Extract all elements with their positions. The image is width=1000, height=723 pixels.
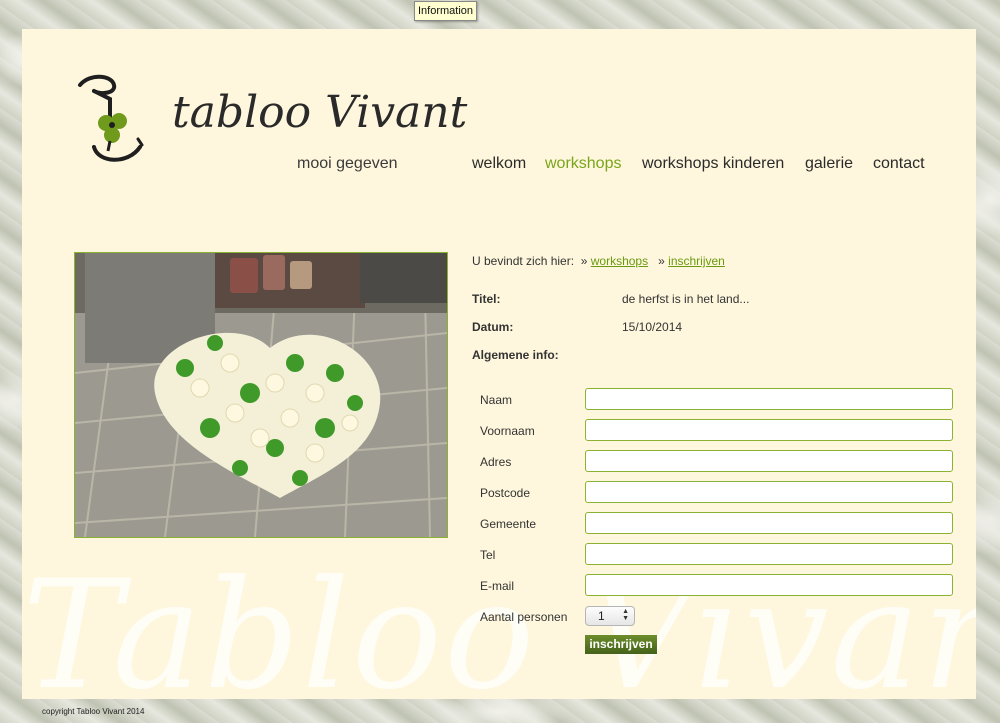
form-row-tel: Tel (480, 543, 953, 567)
breadcrumb-prefix: U bevindt zich hier: (472, 254, 575, 268)
form-row-adres: Adres (480, 450, 953, 474)
nav-item-workshops-kinderen[interactable]: workshops kinderen (642, 155, 784, 173)
form-row-voornaam: Voornaam (480, 419, 953, 443)
workshop-photo (74, 252, 448, 538)
voornaam-input[interactable] (585, 419, 953, 441)
form-row-postcode: Postcode (480, 481, 953, 505)
postcode-label: Postcode (480, 486, 531, 500)
stepper-arrows-icon: ▲ ▼ (622, 608, 629, 622)
email-input[interactable] (585, 574, 953, 596)
breadcrumb: U bevindt zich hier: » workshops » insch… (472, 254, 725, 268)
content-panel: Tabloo Vivant tabloo Vivant mooi gegeven… (22, 29, 976, 699)
form-row-aantal-personen: Aantal personen 1 ▲ ▼ (480, 605, 953, 629)
nav-item-welkom[interactable]: welkom (472, 155, 526, 173)
gemeente-label: Gemeente (480, 517, 537, 531)
logo-tagline: mooi gegeven (297, 155, 398, 172)
naam-input[interactable] (585, 388, 953, 410)
adres-input[interactable] (585, 450, 953, 472)
copyright-text: copyright Tabloo Vivant 2014 (42, 707, 145, 716)
form-row-email: E-mail (480, 574, 953, 598)
datum-label: Datum: (472, 320, 514, 334)
breadcrumb-inschrijven[interactable]: inschrijven (668, 254, 725, 268)
naam-label: Naam (480, 393, 513, 407)
gemeente-input[interactable] (585, 512, 953, 534)
email-label: E-mail (480, 579, 515, 593)
aantal-personen-value: 1 (598, 609, 605, 623)
form-row-naam: Naam (480, 388, 953, 412)
tel-label: Tel (480, 548, 496, 562)
inschrijven-button[interactable]: inschrijven (585, 635, 657, 654)
titel-label: Titel: (472, 292, 501, 306)
aantal-personen-label: Aantal personen (480, 610, 568, 624)
titel-value: de herfst is in het land... (622, 292, 750, 306)
breadcrumb-workshops[interactable]: workshops (591, 254, 648, 268)
algemene-info-label: Algemene info: (472, 348, 559, 362)
logo-wordmark[interactable]: tabloo Vivant (172, 87, 467, 138)
nav-item-galerie[interactable]: galerie (805, 155, 853, 173)
tooltip-information: Information (414, 1, 478, 21)
clover-logo-icon (78, 74, 144, 162)
postcode-input[interactable] (585, 481, 953, 503)
breadcrumb-separator: » (658, 254, 665, 268)
voornaam-label: Voornaam (480, 424, 535, 438)
adres-label: Adres (480, 455, 512, 469)
nav-item-contact[interactable]: contact (873, 155, 925, 173)
datum-value: 15/10/2014 (622, 320, 683, 334)
form-row-gemeente: Gemeente (480, 512, 953, 536)
tel-input[interactable] (585, 543, 953, 565)
nav-item-workshops[interactable]: workshops (545, 155, 621, 173)
aantal-personen-select[interactable]: 1 ▲ ▼ (585, 606, 635, 626)
breadcrumb-separator: » (580, 254, 588, 268)
